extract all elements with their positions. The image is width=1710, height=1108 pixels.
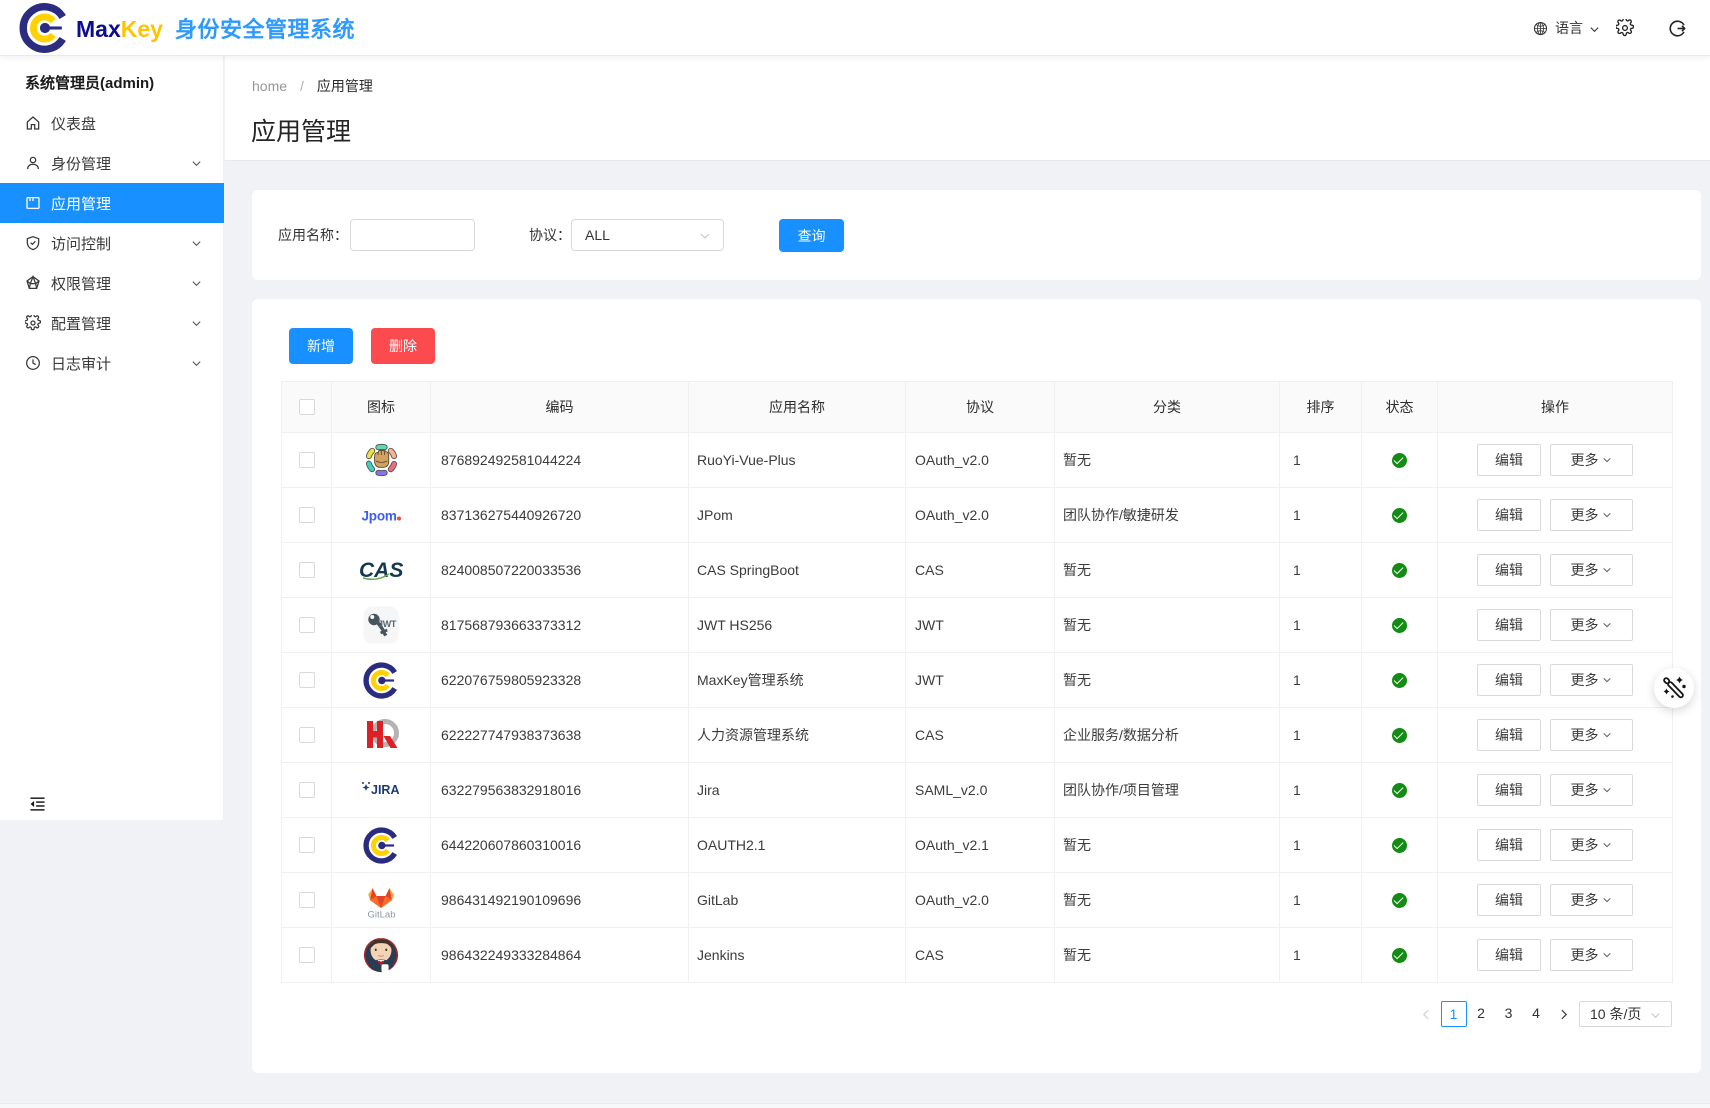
svg-text:JIRA: JIRA [371, 783, 399, 797]
svg-text:JWT: JWT [378, 619, 397, 629]
svg-text:Jpom: Jpom [362, 509, 397, 524]
svg-text:GitLab: GitLab [368, 910, 396, 921]
